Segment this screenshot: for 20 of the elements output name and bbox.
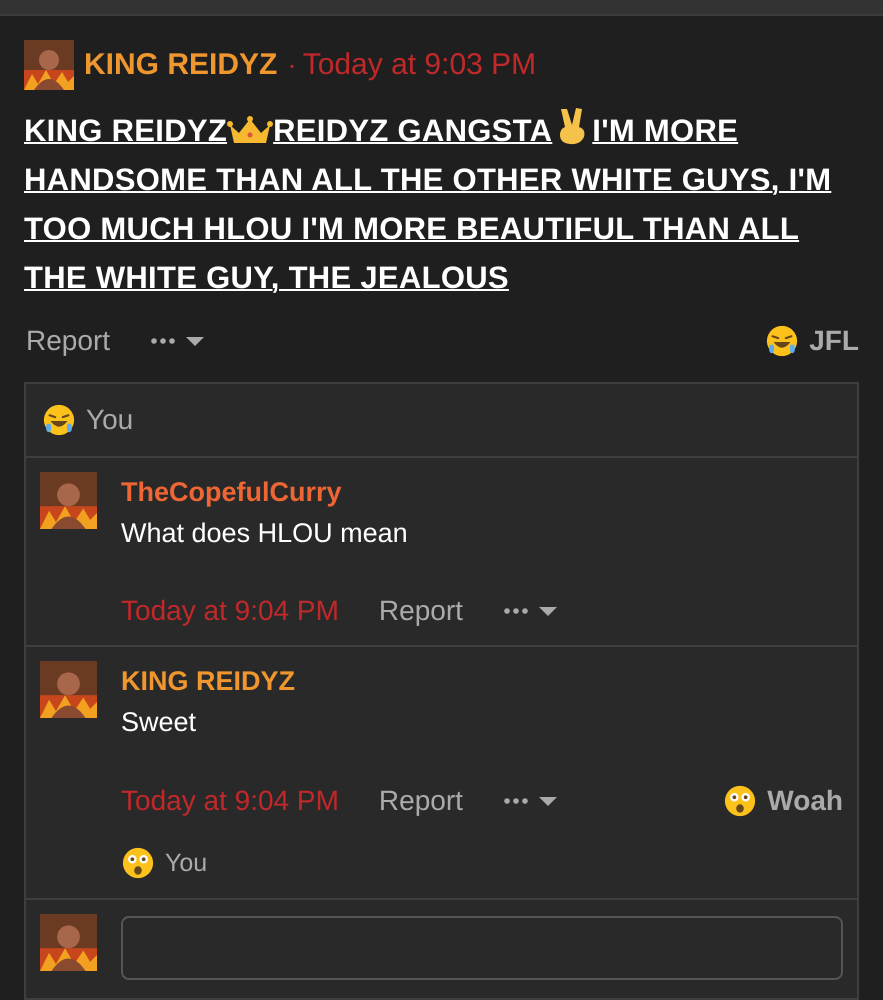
comment-author[interactable]: KING REIDYZ: [121, 666, 843, 697]
reaction-users[interactable]: You: [165, 848, 208, 878]
reaction-users[interactable]: You: [86, 404, 134, 436]
reply-field[interactable]: [121, 916, 843, 980]
report-link[interactable]: Report: [26, 325, 110, 357]
astonished-emoji-icon: [723, 784, 758, 818]
comment-text: Sweet: [121, 707, 198, 738]
report-link[interactable]: Report: [378, 785, 463, 817]
laughing-emoji-icon: [765, 324, 800, 358]
reaction-label[interactable]: JFL: [809, 325, 859, 357]
astonished-emoji-icon: [121, 846, 155, 880]
author-name[interactable]: KING REIDYZ: [84, 48, 278, 82]
comment-author[interactable]: TheCopefulCurry: [121, 477, 843, 508]
crown-icon: [227, 115, 274, 145]
post-message: KING REIDYZ REIDYZ GANGSTA I'M MORE HANDSOME THAN ALL THE OTHER WHITE GUYS, I'M TOO MUCH HLOU I'M MORE BEAUTIFUL THAN ALL THE WHITE GUY, THE JEALOUS: [24, 106, 859, 302]
reaction-label[interactable]: Woah: [767, 785, 843, 817]
laughing-emoji-icon: [42, 403, 76, 437]
report-link[interactable]: Report: [378, 595, 463, 627]
separator: ·: [287, 49, 297, 81]
comment-text: What does HLOU mean: [121, 518, 409, 549]
